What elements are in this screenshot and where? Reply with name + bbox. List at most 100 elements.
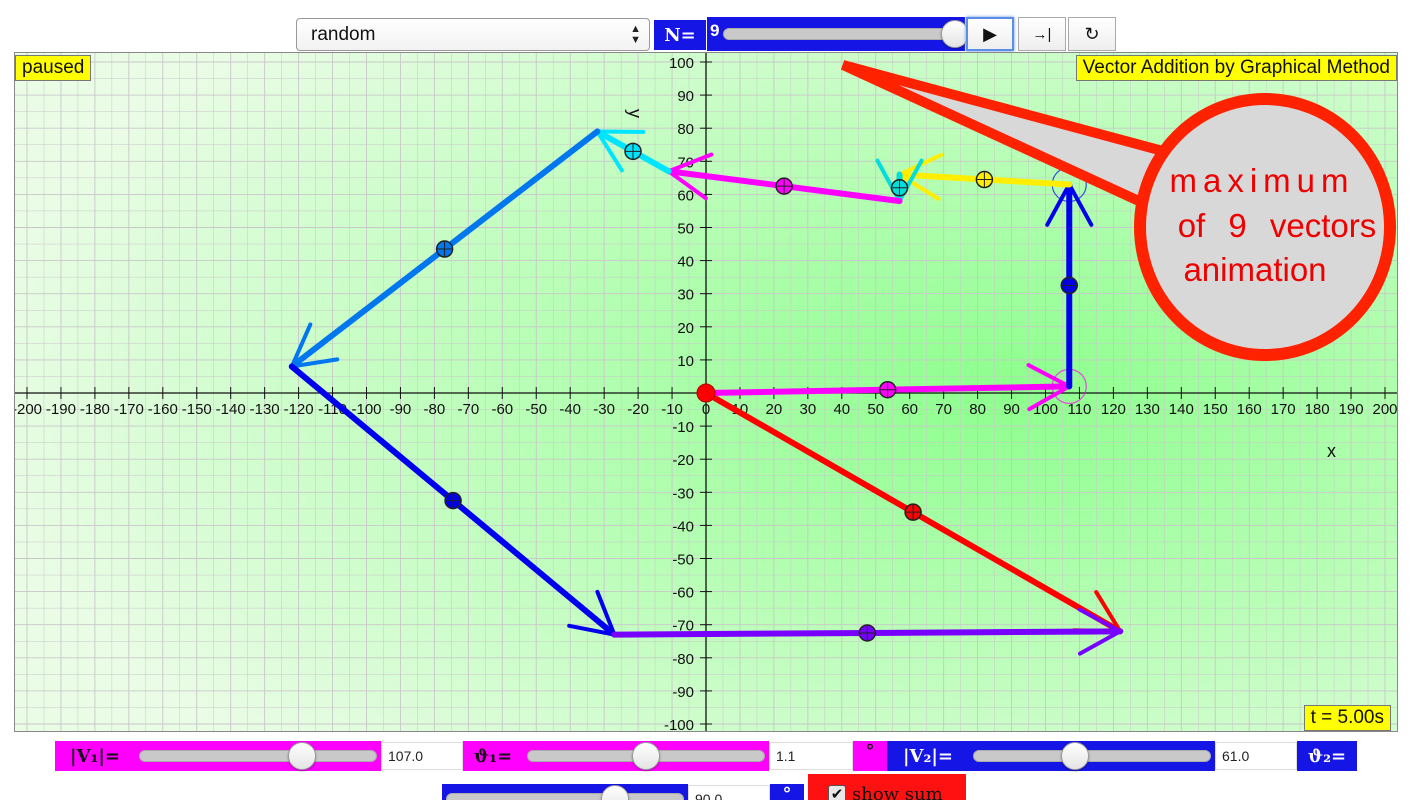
y-tick-label: 40 (677, 254, 694, 271)
show-sum-toggle[interactable]: ✔ show sum (808, 774, 966, 800)
vector-handle (1060, 276, 1079, 295)
vector-handle (878, 380, 897, 399)
x-tick-label: 140 (1169, 401, 1194, 418)
slider-knob[interactable] (601, 785, 630, 800)
x-tick-label: 50 (867, 401, 884, 418)
play-button[interactable]: ▶ (966, 17, 1014, 51)
x-axis-label: x (1327, 441, 1336, 461)
n-value: 9 (710, 21, 720, 40)
vector-handle (435, 240, 454, 258)
status-label: paused (15, 55, 92, 81)
x-tick-label: 90 (1003, 401, 1020, 418)
y-tick-label: 30 (677, 287, 694, 304)
callout-text-line: of 9 vectors (1178, 207, 1377, 244)
theta2-slider[interactable] (442, 784, 688, 800)
vector-handle (444, 491, 462, 510)
y-tick-label: -10 (672, 419, 694, 436)
x-tick-label: 70 (935, 401, 952, 418)
y-tick-label: 50 (677, 221, 694, 238)
y-tick-label: -90 (672, 684, 694, 701)
x-tick-label: 160 (1237, 401, 1262, 418)
x-tick-label: -140 (216, 401, 246, 418)
x-tick-label: -190 (46, 401, 76, 418)
select-arrows-icon: ▲ ▼ (630, 23, 641, 46)
slider-knob[interactable] (632, 742, 660, 770)
vector-handle (975, 170, 994, 189)
slider-track[interactable] (973, 750, 1211, 762)
v2-magnitude-value[interactable]: 61.0 (1215, 742, 1297, 770)
x-tick-label: 120 (1101, 401, 1126, 418)
x-tick-label: -20 (627, 401, 649, 418)
theta2-degree-label: ° (770, 784, 804, 800)
y-tick-label: 100 (669, 55, 694, 72)
x-tick-label: 60 (901, 401, 918, 418)
app-root: random ▲▼ N= 9 ▶ →| ↻ -200-190-180-170-1… (0, 0, 1422, 800)
plot-canvas[interactable]: -200-190-180-170-160-150-140-130-120-110… (15, 53, 1398, 732)
vector-handle (904, 503, 922, 521)
show-sum-label: show sum (852, 783, 943, 800)
reset-button[interactable]: ↻ (1068, 17, 1116, 51)
callout-text-line: animation (1183, 251, 1326, 288)
v2-magnitude-label: |V₂|= (887, 741, 969, 771)
x-tick-label: -120 (284, 401, 314, 418)
x-tick-label: -70 (458, 401, 480, 418)
reset-icon: ↻ (1084, 23, 1100, 44)
y-tick-label: -30 (672, 485, 694, 502)
x-tick-label: -180 (80, 401, 110, 418)
y-tick-label: 90 (677, 88, 694, 105)
y-tick-label: -40 (672, 518, 694, 535)
v2-magnitude-slider[interactable] (969, 741, 1215, 771)
x-tick-label: -130 (250, 401, 280, 418)
plot-title: Vector Addition by Graphical Method (1075, 55, 1397, 81)
y-tick-label: -50 (672, 552, 694, 569)
x-tick-label: 180 (1305, 401, 1330, 418)
theta2-label: ϑ₂= (1297, 741, 1357, 771)
theta2-value[interactable]: 90.0 (688, 785, 770, 800)
vector-handle (775, 177, 793, 195)
x-tick-label: -50 (525, 401, 547, 418)
slider-knob[interactable] (1061, 742, 1090, 770)
y-tick-label: 10 (677, 353, 694, 370)
x-tick-label: -90 (390, 401, 412, 418)
n-slider-knob[interactable] (941, 20, 969, 48)
x-tick-label: 170 (1271, 401, 1296, 418)
n-slider[interactable]: 9 (707, 17, 969, 51)
x-tick-label: -150 (182, 401, 212, 418)
x-tick-label: -160 (148, 401, 178, 418)
x-tick-label: 20 (766, 401, 783, 418)
x-tick-label: -10 (661, 401, 683, 418)
vector-plot[interactable]: -200-190-180-170-160-150-140-130-120-110… (14, 52, 1398, 732)
preset-select[interactable]: random ▲ ▼ (296, 18, 650, 51)
step-button[interactable]: →| (1018, 17, 1066, 51)
x-tick-label: -80 (424, 401, 446, 418)
slider-knob[interactable] (288, 742, 317, 770)
play-icon: ▶ (983, 23, 997, 44)
n-label: N= (654, 20, 706, 50)
slider-track[interactable] (446, 793, 684, 800)
origin-point (696, 383, 716, 403)
v1-magnitude-slider[interactable] (135, 741, 381, 771)
x-tick-label: 150 (1203, 401, 1228, 418)
x-tick-label: 40 (833, 401, 850, 418)
callout-text-line: maximum (1169, 162, 1354, 199)
x-tick-label: 200 (1372, 401, 1397, 418)
x-tick-label: -60 (491, 401, 513, 418)
slider-track[interactable] (139, 750, 377, 762)
x-tick-label: -100 (351, 401, 381, 418)
y-tick-label: 20 (677, 320, 694, 337)
y-tick-label: -100 (664, 717, 694, 732)
vector-handle (858, 624, 877, 642)
preset-select-value: random (311, 23, 376, 45)
theta1-degree-label: ° (853, 741, 887, 771)
time-label: t = 5.00s (1303, 705, 1391, 731)
v1-magnitude-value[interactable]: 107.0 (381, 742, 463, 770)
theta1-slider[interactable] (523, 741, 769, 771)
x-tick-label: -200 (15, 401, 42, 418)
n-slider-track[interactable] (723, 28, 955, 40)
theta1-label: ϑ₁= (463, 741, 523, 771)
theta1-value[interactable]: 1.1 (769, 742, 853, 770)
x-tick-label: -40 (559, 401, 581, 418)
x-tick-label: 190 (1339, 401, 1364, 418)
show-sum-checkbox[interactable]: ✔ (828, 785, 846, 800)
y-axis-label: y (625, 109, 645, 118)
